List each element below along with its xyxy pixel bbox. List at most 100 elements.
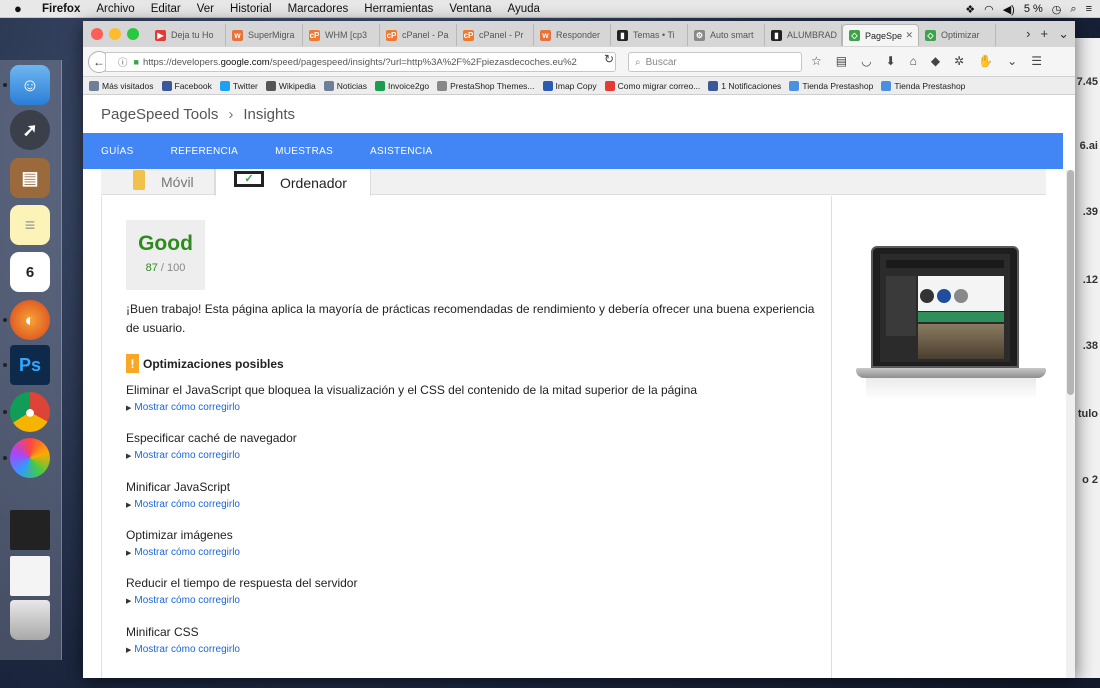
minimize-window-button[interactable] bbox=[109, 28, 121, 40]
extension-hand-icon[interactable]: ✋ bbox=[978, 54, 993, 68]
spotlight-icon[interactable]: ⌕ bbox=[1070, 3, 1076, 16]
browser-tab[interactable]: cP cPanel - Pa bbox=[380, 24, 457, 46]
notes-icon[interactable]: ≡ bbox=[10, 205, 50, 245]
battery-text[interactable]: 5 % bbox=[1024, 3, 1043, 15]
menu-editar[interactable]: Editar bbox=[151, 3, 181, 15]
contacts-icon[interactable]: ▤ bbox=[10, 158, 50, 198]
browser-tab[interactable]: cP WHM [cp3 bbox=[303, 24, 380, 46]
bookmark-item[interactable]: Imap Copy bbox=[542, 80, 597, 91]
bookmark-item[interactable]: Más visitados bbox=[89, 80, 154, 91]
finder-icon[interactable]: ☺ bbox=[10, 65, 50, 105]
bookmark-item[interactable]: Tienda Prestashop bbox=[789, 80, 873, 91]
close-window-button[interactable] bbox=[91, 28, 103, 40]
photoshop-window-thumbnail[interactable] bbox=[10, 510, 50, 550]
breadcrumb-leaf[interactable]: Insights bbox=[243, 106, 295, 123]
show-fix-link[interactable]: ▶ Mostrar cómo corregirlo bbox=[126, 402, 826, 413]
overflow-chevron-icon[interactable]: ⌄ bbox=[1007, 54, 1017, 68]
close-tab-icon[interactable]: ✕ bbox=[905, 30, 913, 41]
menu-app[interactable]: Firefox bbox=[42, 3, 80, 15]
expand-triangle-icon: ▶ bbox=[126, 597, 132, 605]
browser-tab-label: Responder bbox=[556, 30, 601, 40]
menu-marcadores[interactable]: Marcadores bbox=[288, 3, 349, 15]
browser-tab[interactable]: ▮ Temas • Ti bbox=[611, 24, 688, 46]
download-icon[interactable]: ⬇ bbox=[886, 54, 896, 68]
browser-tab[interactable]: ▶ Deja tu Ho bbox=[149, 24, 226, 46]
trash-icon[interactable] bbox=[10, 600, 50, 640]
search-bar[interactable]: ⌕ Buscar bbox=[628, 52, 802, 72]
bookmark-item[interactable]: Noticias bbox=[323, 80, 367, 91]
menu-archivo[interactable]: Archivo bbox=[96, 3, 134, 15]
firefox-icon[interactable]: ◐ bbox=[10, 300, 50, 340]
tab-scroll-right-icon[interactable]: › bbox=[1026, 26, 1030, 42]
site-nav: GUÍAS REFERENCIA MUESTRAS ASISTENCIA bbox=[83, 133, 1063, 169]
show-fix-link[interactable]: ▶ Mostrar cómo corregirlo bbox=[126, 644, 826, 655]
bookmark-item[interactable]: PrestaShop Themes... bbox=[437, 80, 535, 91]
nav-asistencia[interactable]: ASISTENCIA bbox=[370, 146, 432, 157]
bookmark-label: Noticias bbox=[336, 80, 367, 91]
expand-triangle-icon: ▶ bbox=[126, 452, 132, 460]
menu-historial[interactable]: Historial bbox=[230, 3, 272, 15]
list-all-tabs-icon[interactable]: ⌄ bbox=[1058, 26, 1069, 42]
photoshop-icon[interactable]: Ps bbox=[10, 345, 50, 385]
show-fix-link[interactable]: ▶ Mostrar cómo corregirlo bbox=[126, 450, 826, 461]
nav-referencia[interactable]: REFERENCIA bbox=[171, 146, 238, 157]
hamburger-menu-icon[interactable]: ☰ bbox=[1031, 54, 1042, 68]
preview-photo bbox=[918, 324, 1004, 359]
show-fix-link[interactable]: ▶ Mostrar cómo corregirlo bbox=[126, 499, 826, 510]
scrollbar-thumb[interactable] bbox=[1067, 170, 1074, 395]
wifi-icon[interactable]: ◠ bbox=[984, 3, 994, 16]
optimizations-heading-label: Optimizaciones posibles bbox=[143, 356, 284, 371]
pocket-icon[interactable]: ◡ bbox=[861, 54, 871, 68]
browser-tab[interactable]: w SuperMigra bbox=[226, 24, 303, 46]
browser-tab[interactable]: w Responder bbox=[534, 24, 611, 46]
notification-center-icon[interactable]: ≡ bbox=[1086, 3, 1092, 15]
bookmark-star-icon[interactable]: ☆ bbox=[811, 54, 822, 68]
breadcrumb-separator: › bbox=[228, 105, 234, 123]
browser-tab[interactable]: ⚙ Auto smart bbox=[688, 24, 765, 46]
rule-item: Minificar CSS ▶ Mostrar cómo corregirlo bbox=[126, 624, 826, 655]
new-tab-icon[interactable]: + bbox=[1041, 26, 1049, 42]
nav-muestras[interactable]: MUESTRAS bbox=[275, 146, 333, 157]
breadcrumb-root[interactable]: PageSpeed Tools bbox=[101, 106, 218, 123]
bookmark-item[interactable]: Invoice2go bbox=[374, 80, 429, 91]
tab-desktop[interactable]: ✓ Ordenador bbox=[215, 169, 371, 196]
browser-tab[interactable]: ▮ ALUMBRAD bbox=[765, 24, 842, 46]
reading-list-icon[interactable]: ▤ bbox=[836, 54, 847, 68]
apple-icon[interactable]: ● bbox=[14, 1, 28, 16]
browser-tab[interactable]: cP cPanel - Pr bbox=[457, 24, 534, 46]
dropbox-icon[interactable]: ❖ bbox=[965, 3, 975, 16]
bookmark-item[interactable]: 1 Notificaciones bbox=[708, 80, 781, 91]
bookmark-item[interactable]: Wikipedia bbox=[265, 80, 316, 91]
menu-ventana[interactable]: Ventana bbox=[449, 3, 491, 15]
menu-ayuda[interactable]: Ayuda bbox=[508, 3, 540, 15]
bookmark-item[interactable]: Tienda Prestashop bbox=[881, 80, 965, 91]
home-icon[interactable]: ⌂ bbox=[910, 54, 917, 68]
bookmark-item[interactable]: Twitter bbox=[219, 80, 258, 91]
bookmark-item[interactable]: Como migrar correo... bbox=[604, 80, 700, 91]
extension-icon[interactable]: ✲ bbox=[954, 54, 964, 68]
extension-shield-icon[interactable]: ◆ bbox=[931, 54, 940, 68]
launchpad-icon[interactable]: ➚ bbox=[10, 110, 50, 150]
info-icon[interactable]: ⓘ bbox=[118, 55, 128, 69]
document-thumbnail[interactable] bbox=[10, 556, 50, 596]
calendar-icon[interactable]: 6 bbox=[10, 252, 50, 292]
zoom-window-button[interactable] bbox=[127, 28, 139, 40]
tab-strip: ▶ Deja tu Ho w SuperMigra cP WHM [cp3 cP cPanel… bbox=[149, 24, 996, 46]
browser-tab-label: cPanel - Pr bbox=[479, 30, 524, 40]
tab-mobile[interactable]: Móvil bbox=[115, 169, 215, 195]
reload-icon[interactable]: ↻ bbox=[604, 52, 614, 66]
nav-guias[interactable]: GUÍAS bbox=[101, 146, 134, 157]
show-fix-link[interactable]: ▶ Mostrar cómo corregirlo bbox=[126, 547, 826, 558]
show-fix-link[interactable]: ▶ Mostrar cómo corregirlo bbox=[126, 595, 826, 606]
browser-tab[interactable]: ◇ PageSpe ✕ bbox=[842, 24, 919, 46]
menu-herramientas[interactable]: Herramientas bbox=[364, 3, 433, 15]
bookmark-item[interactable]: Facebook bbox=[161, 80, 212, 91]
page-scrollbar[interactable] bbox=[1066, 170, 1075, 678]
chrome-icon[interactable]: ● bbox=[10, 392, 50, 432]
photos-icon[interactable] bbox=[10, 438, 50, 478]
url-bar[interactable]: ⓘ ■ https://developers. google.com/speed/… bbox=[105, 52, 616, 72]
clock-icon[interactable]: ◷ bbox=[1052, 3, 1062, 16]
browser-tab[interactable]: ◇ Optimizar bbox=[919, 24, 996, 46]
menu-ver[interactable]: Ver bbox=[197, 3, 214, 15]
volume-icon[interactable]: ◀) bbox=[1003, 3, 1015, 16]
